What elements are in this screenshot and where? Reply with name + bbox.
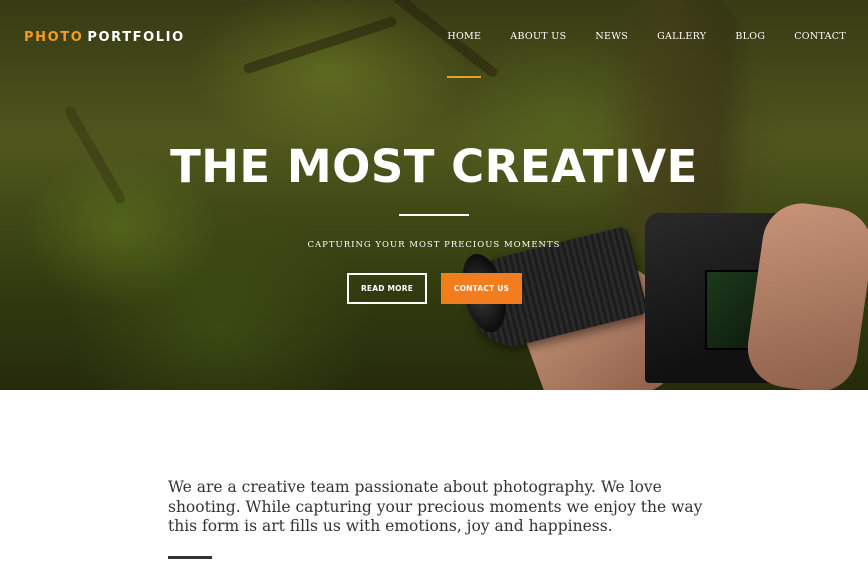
nav-item-blog[interactable]: BLOG — [706, 31, 765, 42]
nav-item-contact[interactable]: CONTACT — [765, 31, 846, 42]
hero-title: THE MOST CREATIVE — [170, 140, 698, 193]
hero-subtitle: CAPTURING YOUR MOST PRECIOUS MOMENTS — [307, 240, 561, 250]
nav-item-label: BLOG — [735, 31, 766, 42]
camera-photo — [454, 198, 868, 390]
nav-item-label: HOME — [447, 31, 482, 42]
about-divider — [168, 556, 212, 559]
hero-banner: PHOTO PORTFOLIO HOME ABOUT US NEWS GALLER… — [0, 0, 868, 390]
nav-item-label: NEWS — [595, 31, 629, 42]
nav-item-label: CONTACT — [794, 31, 846, 42]
read-more-button[interactable]: READ MORE — [347, 273, 427, 304]
nav-item-gallery[interactable]: GALLERY — [628, 31, 706, 42]
contact-us-button[interactable]: CONTACT US — [441, 273, 522, 304]
logo-part-photo: PHOTO — [24, 30, 84, 45]
active-nav-indicator — [447, 76, 482, 78]
nav-item-home[interactable]: HOME — [447, 31, 482, 78]
nav-item-news[interactable]: NEWS — [566, 31, 628, 42]
logo-part-portfolio: PORTFOLIO — [87, 30, 185, 45]
about-text: We are a creative team passionate about … — [168, 478, 703, 535]
nav-item-label: GALLERY — [657, 31, 707, 42]
nav-item-label: ABOUT US — [510, 31, 567, 42]
hero-divider — [399, 214, 469, 216]
site-logo[interactable]: PHOTO PORTFOLIO — [24, 30, 185, 45]
main-nav: HOME ABOUT US NEWS GALLERY BLOG CONTACT — [447, 31, 846, 78]
nav-item-about-us[interactable]: ABOUT US — [481, 31, 566, 42]
